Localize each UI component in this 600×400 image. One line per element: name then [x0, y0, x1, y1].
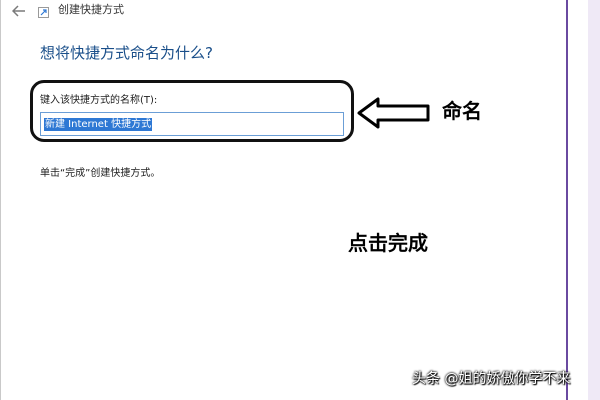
title-bar: 创建快捷方式 — [0, 0, 566, 24]
page-title: 想将快捷方式命名为什么? — [40, 44, 213, 62]
selected-text: 新建 Internet 快捷方式 — [44, 117, 153, 131]
back-arrow-icon[interactable] — [12, 5, 26, 17]
background-strip — [588, 0, 600, 400]
finish-instruction-text: 单击“完成”创建快捷方式。 — [40, 168, 161, 179]
window-right-border — [566, 0, 568, 400]
shortcut-name-label: 键入该快捷方式的名称(T): — [40, 95, 158, 106]
left-arrow-icon — [357, 97, 430, 129]
window-left-border — [0, 0, 1, 400]
create-shortcut-wizard: 创建快捷方式 想将快捷方式命名为什么? 键入该快捷方式的名称(T): 新建 In… — [0, 0, 600, 400]
back-button[interactable] — [8, 0, 30, 22]
annotation-finish-label: 点击完成 — [348, 231, 428, 255]
shortcut-icon — [38, 7, 49, 18]
window-title: 创建快捷方式 — [58, 3, 124, 16]
watermark: 头条 @姐的娇傲你学不来 — [412, 371, 571, 387]
shortcut-name-input[interactable]: 新建 Internet 快捷方式 — [40, 112, 344, 136]
annotation-rename-label: 命名 — [442, 99, 482, 123]
